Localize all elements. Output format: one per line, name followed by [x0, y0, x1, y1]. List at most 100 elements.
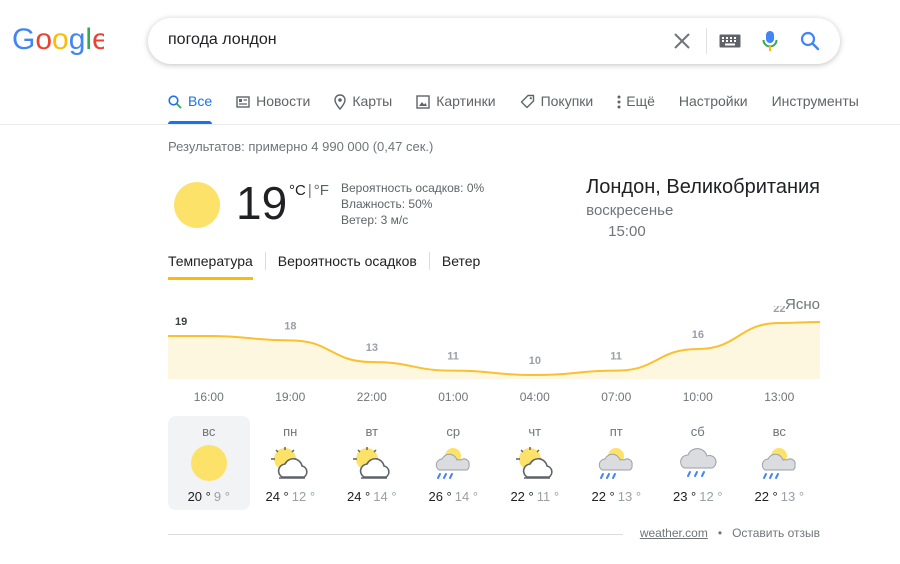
location-name: Лондон, Великобритания — [586, 176, 820, 198]
unit-switch: °C | °F — [289, 182, 329, 199]
search-button[interactable] — [798, 29, 822, 53]
day-low: 11 ° — [536, 489, 560, 504]
forecast-day[interactable]: ср 26 ° 14 ° — [413, 416, 495, 510]
weather-footer: weather.com • Оставить отзыв — [640, 526, 820, 540]
time-label: 10:00 — [682, 390, 713, 404]
image-icon — [416, 95, 430, 109]
precipitation-text: Вероятность осадков: 0% — [341, 181, 485, 195]
tab-maps-label: Карты — [352, 93, 393, 109]
google-logo[interactable]: Google — [12, 22, 104, 56]
search-icon — [168, 95, 182, 109]
temperature-label: 18 — [284, 320, 296, 332]
wind-text: Ветер: 3 м/с — [341, 213, 409, 227]
weather-tab-separator — [264, 252, 266, 270]
tab-all[interactable]: Все — [168, 86, 213, 124]
search-box[interactable]: погода лондон — [148, 18, 840, 64]
footer-divider — [168, 534, 623, 535]
temperature-label: 22 — [773, 306, 785, 315]
forecast-day[interactable]: чт 22 ° 11 ° — [494, 416, 576, 510]
forecast-day[interactable]: вс 20 ° 9 ° — [168, 416, 250, 510]
day-high: 24 ° — [346, 489, 371, 504]
tab-shopping[interactable]: Покупки — [520, 86, 594, 124]
temperature-label: 13 — [366, 342, 378, 354]
day-high: 22 ° — [754, 489, 778, 504]
tools-label: Инструменты — [771, 93, 859, 109]
clear-icon[interactable] — [670, 29, 694, 53]
day-high: 22 ° — [510, 489, 534, 504]
unit-fahrenheit[interactable]: °F — [314, 182, 329, 199]
day-low: 9 ° — [213, 489, 230, 504]
weather-tab-separator — [428, 252, 430, 270]
tab-maps[interactable]: Карты — [334, 86, 392, 124]
tab-all-label: Все — [188, 93, 213, 109]
map-pin-icon — [334, 94, 347, 110]
forecast-day[interactable]: сб 23 ° 12 ° — [657, 416, 739, 510]
day-low: 13 ° — [617, 489, 642, 504]
day-temperatures: 22 ° 13 ° — [739, 489, 821, 504]
results-count: Результатов: примерно 4 990 000 (0,47 се… — [168, 139, 434, 154]
weather-daytime: воскресенье 15:00 — [586, 202, 674, 240]
tab-news[interactable]: Новости — [236, 86, 310, 124]
settings-button[interactable]: Настройки — [679, 86, 748, 124]
unit-celsius[interactable]: °C — [289, 182, 306, 199]
tab-temperature[interactable]: Температура — [168, 252, 253, 280]
tab-images-label: Картинки — [436, 93, 496, 109]
news-icon — [236, 96, 250, 108]
weather-details: Вероятность осадков: 0% Влажность: 50% В… — [341, 180, 484, 228]
day-name: вс — [202, 424, 216, 439]
chart-time-axis: 16:00 19:00 22:00 01:00 04:00 07:00 10:00 13:00 — [168, 390, 820, 406]
tab-wind[interactable]: Ветер — [442, 252, 481, 280]
keyboard-icon[interactable] — [718, 29, 742, 53]
day-name: вт — [365, 424, 379, 439]
weather-source-link[interactable]: weather.com — [640, 526, 708, 540]
weather-rain-icon — [676, 444, 720, 484]
forecast-day[interactable]: вс 22 ° 13 ° — [739, 416, 821, 510]
tab-more[interactable]: Ещё — [617, 86, 655, 124]
day-name: ср — [446, 424, 461, 439]
feedback-link[interactable]: Оставить отзыв — [732, 526, 820, 540]
day-temperatures: 20 ° 9 ° — [168, 489, 250, 504]
temperature-label: 11 — [447, 351, 459, 363]
weather-tabs: Температура Вероятность осадков Ветер — [168, 252, 492, 280]
time-label: 13:00 — [764, 390, 795, 404]
day-name: вс — [772, 424, 786, 439]
forecast-day[interactable]: пн 24 ° 12 ° — [250, 416, 332, 510]
temperature-label: 10 — [529, 355, 541, 367]
day-low: 12 ° — [291, 489, 316, 504]
humidity-text: Влажность: 50% — [341, 197, 433, 211]
sun-icon — [174, 182, 220, 228]
tab-precipitation[interactable]: Вероятность осадков — [278, 252, 417, 280]
tab-shopping-label: Покупки — [540, 93, 594, 109]
day-temperatures: 24 ° 12 ° — [250, 489, 332, 504]
searchbox-divider — [706, 28, 707, 54]
microphone-icon[interactable] — [758, 29, 782, 53]
unit-separator: | — [307, 182, 312, 199]
weather-partly-cloudy-icon — [268, 444, 312, 484]
search-tabs: Все Новости Карты Картинки Покупки Ещё Н… — [168, 86, 859, 124]
day-temperatures: 26 ° 14 ° — [413, 489, 495, 504]
day-high: 23 ° — [672, 489, 697, 504]
weather-rain-sun-icon — [431, 444, 475, 484]
tools-button[interactable]: Инструменты — [772, 86, 859, 124]
time-label: 07:00 — [601, 390, 632, 404]
header-divider — [0, 124, 900, 125]
tag-icon — [520, 94, 534, 109]
tab-news-label: Новости — [256, 93, 311, 109]
tab-images[interactable]: Картинки — [416, 86, 496, 124]
weather-partly-cloudy-icon — [513, 444, 557, 484]
time-label: 01:00 — [438, 390, 469, 404]
day-temperatures: 22 ° 13 ° — [576, 489, 658, 504]
weather-rain-sun-icon — [594, 444, 638, 484]
current-temperature: 19 — [236, 177, 288, 229]
footer-dot: • — [717, 526, 723, 540]
weather-partly-cloudy-icon — [350, 444, 394, 484]
day-temperatures: 22 ° 11 ° — [494, 489, 576, 504]
forecast-day[interactable]: вт 24 ° 14 ° — [331, 416, 413, 510]
search-input[interactable]: погода лондон — [168, 31, 277, 49]
forecast-day[interactable]: пт 22 ° 13 ° — [576, 416, 658, 510]
day-low: 13 ° — [780, 489, 805, 504]
day-high: 20 ° — [187, 489, 211, 504]
temperature-area — [168, 322, 820, 379]
day-high: 22 ° — [591, 489, 615, 504]
day-low: 14 ° — [373, 489, 397, 504]
